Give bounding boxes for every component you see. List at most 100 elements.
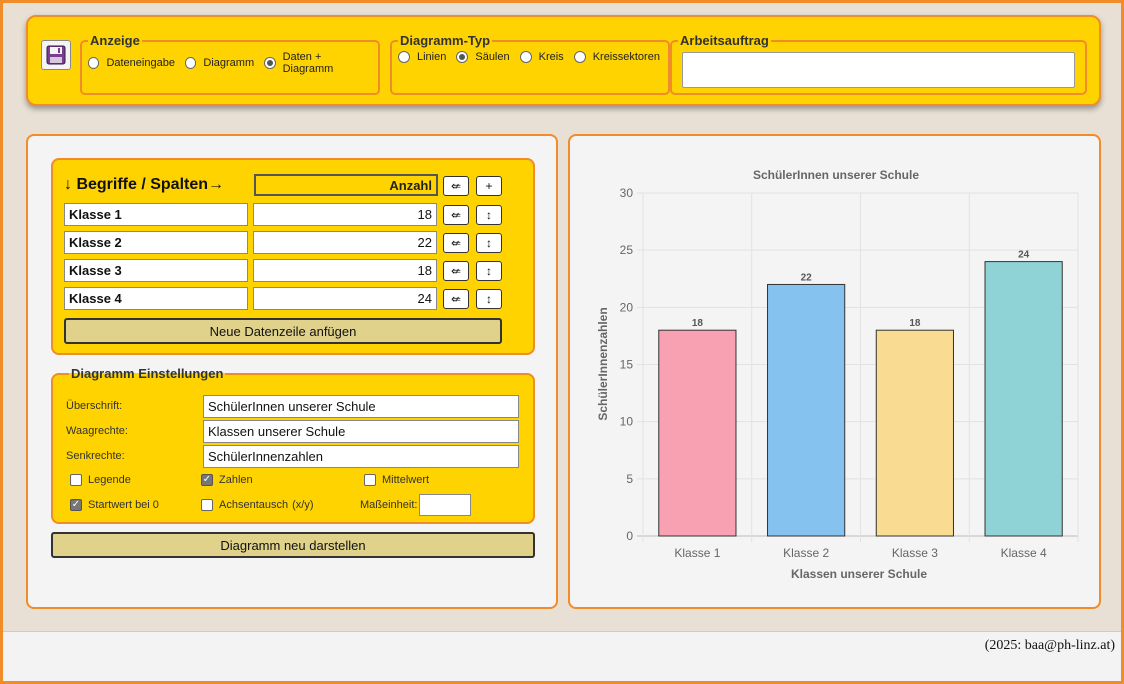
mittelwert-checkbox[interactable] bbox=[364, 474, 376, 486]
anzeige-group: Anzeige Dateneingabe Diagramm Daten + Di… bbox=[80, 33, 380, 95]
floppy-disk-icon bbox=[46, 45, 66, 65]
row-2-swap-button[interactable]: ⇍ bbox=[443, 233, 469, 253]
radio-diagramm-label: Diagramm bbox=[203, 57, 255, 69]
mittelwert-option: Mittelwert bbox=[364, 474, 429, 486]
row-4-name-input[interactable]: Klasse 4 bbox=[64, 287, 248, 310]
swap-column-button[interactable]: ⇍ bbox=[443, 176, 469, 196]
diagramm-typ-legend: Diagramm-Typ bbox=[400, 33, 491, 48]
unit-input[interactable] bbox=[419, 494, 472, 516]
legende-checkbox[interactable] bbox=[70, 474, 82, 486]
arbeitsauftrag-legend: Arbeitsauftrag bbox=[680, 33, 769, 48]
chart-settings-legend: Diagramm Einstellungen bbox=[71, 366, 224, 381]
x-tick-label: Klasse 2 bbox=[783, 546, 829, 560]
achsentausch-suffix: (x/y) bbox=[292, 499, 314, 511]
bar bbox=[875, 329, 954, 537]
footer: (2025: baa@ph-linz.at) bbox=[3, 631, 1121, 681]
zahlen-label: Zahlen bbox=[219, 474, 253, 486]
startwert-option: Startwert bei 0 bbox=[70, 499, 159, 511]
mittelwert-label: Mittelwert bbox=[382, 474, 430, 486]
y-axis-input[interactable]: SchülerInnenzahlen bbox=[203, 445, 519, 468]
radio-diagramm[interactable] bbox=[184, 57, 197, 69]
arbeitsauftrag-textarea[interactable] bbox=[682, 52, 1075, 88]
bar-data-label: 22 bbox=[801, 272, 813, 283]
anzeige-options: Dateneingabe Diagramm Daten + Diagramm bbox=[82, 51, 378, 75]
legende-label: Legende bbox=[88, 474, 131, 486]
achsentausch-checkbox[interactable] bbox=[201, 499, 213, 511]
radio-saeulen[interactable] bbox=[456, 51, 469, 63]
title-input[interactable]: SchülerInnen unserer Schule bbox=[203, 395, 519, 418]
radio-dateneingabe[interactable] bbox=[88, 57, 100, 69]
legende-option: Legende bbox=[70, 474, 131, 486]
chart-title: SchülerInnen unserer Schule bbox=[753, 168, 919, 182]
y-tick-label: 25 bbox=[620, 243, 634, 257]
chart-settings-group: Diagramm Einstellungen Überschrift: Schü… bbox=[51, 366, 535, 524]
row-1-swap-button[interactable]: ⇍ bbox=[443, 205, 469, 225]
x-axis-label: Waagrechte: bbox=[66, 425, 128, 437]
count-column-header[interactable]: Anzahl bbox=[254, 174, 438, 196]
x-axis-input[interactable]: Klassen unserer Schule bbox=[203, 420, 519, 443]
radio-daten-diagramm[interactable] bbox=[264, 57, 276, 69]
arbeitsauftrag-group: Arbeitsauftrag bbox=[670, 33, 1087, 95]
unit-option: Maßeinheit: bbox=[360, 494, 472, 516]
y-tick-label: 10 bbox=[620, 415, 634, 429]
row-1-value-input[interactable]: 18 bbox=[253, 203, 437, 226]
x-tick-label: Klasse 1 bbox=[674, 546, 720, 560]
anzeige-legend: Anzeige bbox=[90, 33, 140, 48]
row-2-move-button[interactable]: ↕ bbox=[476, 233, 502, 253]
y-tick-label: 15 bbox=[620, 358, 634, 372]
achsentausch-label: Achsentausch bbox=[219, 499, 289, 511]
typ-options: Linien Säulen Kreis Kreissektoren bbox=[392, 51, 668, 63]
radio-kreis-label: Kreis bbox=[538, 51, 564, 63]
radio-kreis[interactable] bbox=[519, 51, 532, 63]
unit-label: Maßeinheit: bbox=[360, 499, 418, 511]
y-tick-label: 0 bbox=[626, 529, 633, 543]
data-panel: ↓ Begriffe / Spalten→ Anzahl ⇍ + Klasse … bbox=[26, 134, 558, 609]
bar-data-label: 18 bbox=[909, 318, 921, 329]
y-axis-label: Senkrechte: bbox=[66, 450, 125, 462]
radio-linien[interactable] bbox=[398, 51, 410, 63]
row-3-name-input[interactable]: Klasse 3 bbox=[64, 259, 248, 282]
x-tick-label: Klasse 4 bbox=[1001, 546, 1047, 560]
bar bbox=[767, 283, 846, 537]
radio-linien-label: Linien bbox=[417, 51, 447, 63]
radio-daten-diagramm-label: Daten + Diagramm bbox=[282, 51, 334, 75]
startwert-checkbox[interactable] bbox=[70, 499, 82, 511]
row-1-move-button[interactable]: ↕ bbox=[476, 205, 502, 225]
row-4-swap-button[interactable]: ⇍ bbox=[443, 289, 469, 309]
x-tick-label: Klasse 3 bbox=[892, 546, 938, 560]
bar bbox=[658, 329, 737, 537]
row-3-swap-button[interactable]: ⇍ bbox=[443, 261, 469, 281]
row-1-name-input[interactable]: Klasse 1 bbox=[64, 203, 248, 226]
radio-saeulen-label: Säulen bbox=[475, 51, 510, 63]
save-button[interactable] bbox=[41, 40, 71, 70]
row-2-name-input[interactable]: Klasse 2 bbox=[64, 231, 248, 254]
row-4-value-input[interactable]: 24 bbox=[253, 287, 437, 310]
add-row-button[interactable]: Neue Datenzeile anfügen bbox=[64, 318, 502, 344]
row-4-move-button[interactable]: ↕ bbox=[476, 289, 502, 309]
title-label: Überschrift: bbox=[66, 400, 123, 412]
row-3-move-button[interactable]: ↕ bbox=[476, 261, 502, 281]
bar-chart: SchülerInnen unserer Schule 0 5 10 15 20 25 30… bbox=[596, 168, 1079, 581]
bar-data-label: 18 bbox=[692, 318, 704, 329]
x-axis-title: Klassen unserer Schule bbox=[791, 567, 927, 581]
bar-data-label: 24 bbox=[1018, 250, 1030, 261]
credit-text: (2025: baa@ph-linz.at) bbox=[984, 638, 1115, 653]
columns-header: ↓ Begriffe / Spalten→ bbox=[64, 176, 225, 193]
y-tick-label: 30 bbox=[620, 186, 634, 200]
radio-kreissektoren-label: Kreissektoren bbox=[592, 51, 660, 63]
y-tick-label: 20 bbox=[620, 300, 634, 314]
y-axis-title: SchülerInnenzahlen bbox=[596, 307, 610, 420]
toolbar: Anzeige Dateneingabe Diagramm Daten + Di… bbox=[26, 15, 1101, 106]
chart-panel: SchülerInnen unserer Schule 0 5 10 15 20 25 30… bbox=[568, 134, 1101, 609]
redraw-chart-button[interactable]: Diagramm neu darstellen bbox=[51, 532, 535, 558]
add-column-button[interactable]: + bbox=[476, 176, 502, 196]
diagramm-typ-group: Diagramm-Typ Linien Säulen Kreis Kreisse… bbox=[390, 33, 670, 95]
startwert-label: Startwert bei 0 bbox=[88, 499, 159, 511]
zahlen-checkbox[interactable] bbox=[201, 474, 213, 486]
radio-kreissektoren[interactable] bbox=[573, 51, 586, 63]
achsentausch-option: Achsentausch (x/y) bbox=[201, 499, 314, 511]
zahlen-option: Zahlen bbox=[201, 474, 253, 486]
row-3-value-input[interactable]: 18 bbox=[253, 259, 437, 282]
row-2-value-input[interactable]: 22 bbox=[253, 231, 437, 254]
y-tick-label: 5 bbox=[626, 472, 633, 486]
